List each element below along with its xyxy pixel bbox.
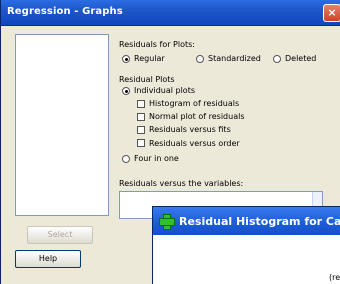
residual-histogram-partial-label: (re bbox=[329, 273, 340, 282]
select-button[interactable]: Select bbox=[27, 226, 93, 244]
dialog-title: Regression - Graphs bbox=[7, 6, 123, 17]
residual-histogram-titlebar[interactable]: Residual Histogram for Ca bbox=[153, 207, 340, 235]
checkbox-histogram[interactable] bbox=[137, 100, 145, 108]
checkbox-versus-fits-label[interactable]: Residuals versus fits bbox=[149, 125, 231, 135]
plus-icon bbox=[159, 214, 175, 230]
checkbox-versus-fits[interactable] bbox=[137, 126, 145, 134]
radio-deleted-label[interactable]: Deleted bbox=[285, 54, 316, 64]
residual-plots-label: Residual Plots bbox=[119, 75, 175, 84]
radio-individual-plots[interactable] bbox=[122, 87, 130, 95]
checkbox-normal-plot[interactable] bbox=[137, 113, 145, 121]
residuals-for-plots-label: Residuals for Plots: bbox=[119, 40, 195, 49]
residual-histogram-title: Residual Histogram for Ca bbox=[179, 215, 340, 228]
radio-deleted[interactable] bbox=[273, 55, 281, 63]
close-icon: × bbox=[327, 6, 337, 19]
dialog-titlebar[interactable]: Regression - Graphs × bbox=[1, 0, 340, 26]
radio-four-in-one[interactable] bbox=[122, 155, 130, 163]
variable-list[interactable] bbox=[15, 34, 109, 216]
radio-standardized-label[interactable]: Standardized bbox=[208, 54, 261, 64]
radio-individual-plots-label[interactable]: Individual plots bbox=[134, 86, 195, 96]
radio-regular-label[interactable]: Regular bbox=[134, 54, 165, 64]
checkbox-normal-plot-label[interactable]: Normal plot of residuals bbox=[149, 112, 244, 122]
radio-standardized[interactable] bbox=[196, 55, 204, 63]
residual-histogram-window: Residual Histogram for Ca (re bbox=[152, 206, 340, 284]
radio-regular[interactable] bbox=[122, 55, 130, 63]
residuals-versus-variables-label: Residuals versus the variables: bbox=[119, 179, 244, 188]
close-button[interactable]: × bbox=[323, 4, 340, 22]
radio-four-in-one-label[interactable]: Four in one bbox=[134, 154, 179, 164]
help-button[interactable]: Help bbox=[15, 250, 81, 268]
checkbox-histogram-label[interactable]: Histogram of residuals bbox=[149, 99, 239, 109]
checkbox-versus-order-label[interactable]: Residuals versus order bbox=[149, 139, 240, 149]
checkbox-versus-order[interactable] bbox=[137, 139, 145, 147]
